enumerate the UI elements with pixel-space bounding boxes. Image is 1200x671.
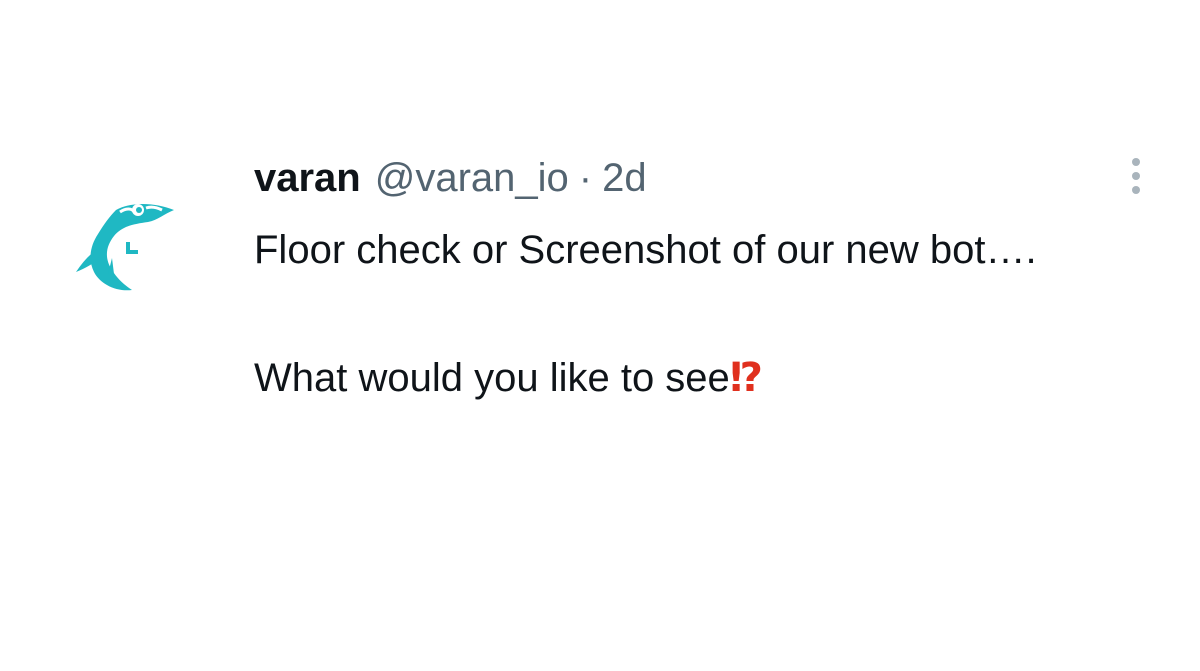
separator-dot: · (578, 156, 593, 200)
tweet-text-line-1: Floor check or Screenshot of our new bot… (254, 228, 1037, 272)
tweet[interactable]: varan @varan_io · 2d Floor check or Scre… (0, 0, 1200, 671)
tweet-header: varan @varan_io · 2d (254, 150, 1114, 206)
tweet-content: varan @varan_io · 2d Floor check or Scre… (254, 150, 1114, 410)
author-handle[interactable]: @varan_io (375, 150, 569, 206)
author-display-name[interactable]: varan (254, 150, 361, 206)
tweet-text-question: What would you like to see (254, 356, 730, 400)
more-dot-1 (1132, 158, 1140, 166)
line-spacer (254, 282, 1114, 346)
more-dot-2 (1132, 172, 1140, 180)
author-avatar[interactable] (68, 196, 184, 300)
varan-lizard-logo-icon (76, 204, 174, 291)
more-dot-3 (1132, 186, 1140, 194)
tweet-text-line-2: What would you like to see⁉ (254, 346, 1114, 410)
tweet-text: Floor check or Screenshot of our new bot… (254, 218, 1114, 410)
tweet-timestamp[interactable]: 2d (602, 150, 647, 206)
exclamation-question-emoji-icon: ⁉ (729, 355, 763, 401)
more-vertical-icon[interactable] (1118, 148, 1154, 204)
